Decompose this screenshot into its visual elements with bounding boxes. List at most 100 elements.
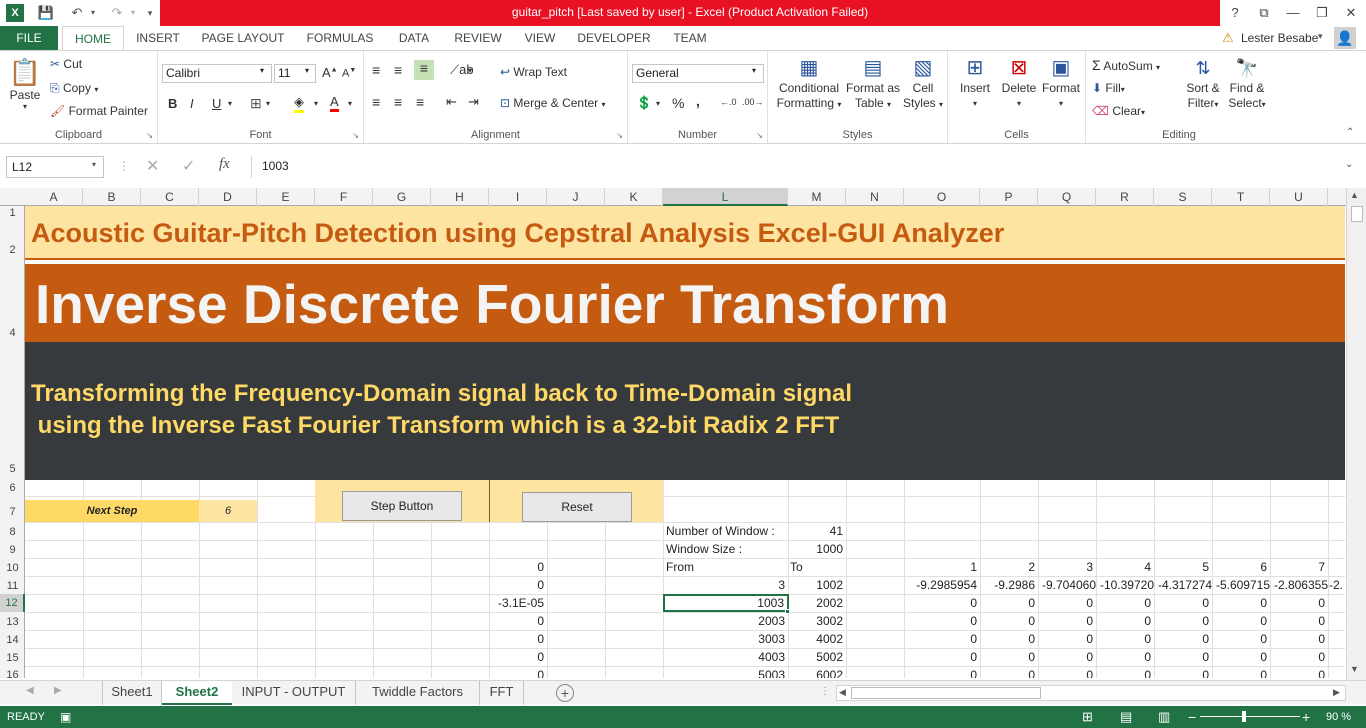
cell-s15[interactable]: 0 <box>1154 648 1212 666</box>
col-num-6[interactable]: 6 <box>1212 558 1270 576</box>
cell-v11[interactable]: -2. <box>1329 576 1345 594</box>
cell-m14[interactable]: 4002 <box>788 630 846 648</box>
row-header-14[interactable]: 14 <box>0 634 25 646</box>
copy-button[interactable]: ⎘ Copy ▾ <box>50 81 98 96</box>
cell-r14[interactable]: 0 <box>1096 630 1154 648</box>
cell-r11[interactable]: -10.39720 <box>1096 576 1154 594</box>
sort-filter-button[interactable]: ⇅ Sort & Filter▾ <box>1182 55 1224 112</box>
redo-dropdown-icon[interactable]: ▾ <box>128 4 138 22</box>
col-header-j[interactable]: J <box>547 188 605 206</box>
font-color-dropdown-icon[interactable]: ▾ <box>348 99 352 108</box>
save-icon[interactable]: 💾 <box>36 4 56 22</box>
name-box[interactable]: L12 <box>6 156 104 178</box>
num-window-value[interactable]: 41 <box>788 522 846 540</box>
paste-button[interactable]: 📋 Paste ▾ <box>6 57 44 111</box>
scroll-up-icon[interactable]: ▲ <box>1350 190 1359 200</box>
increase-indent-icon[interactable]: ⇥ <box>468 94 479 110</box>
font-color-icon[interactable]: A <box>330 94 339 112</box>
cell-o16[interactable]: 0 <box>904 666 980 678</box>
worksheet-grid[interactable]: Acoustic Guitar-Pitch Detection using Ce… <box>25 206 1345 678</box>
cell-q12[interactable]: 0 <box>1038 594 1096 612</box>
italic-button[interactable]: I <box>190 96 194 111</box>
vertical-scroll-thumb[interactable] <box>1351 206 1363 222</box>
increase-decimal-icon[interactable]: ←.0 <box>720 97 737 107</box>
col-header-c[interactable]: C <box>141 188 199 206</box>
tab-team[interactable]: TEAM <box>666 26 714 50</box>
cell-q11[interactable]: -9.704060 <box>1038 576 1096 594</box>
tab-insert[interactable]: INSERT <box>132 26 184 50</box>
fill-button[interactable]: ⬇ Fill▾ <box>1092 81 1125 95</box>
cell-t15[interactable]: 0 <box>1212 648 1270 666</box>
col-header-m[interactable]: M <box>788 188 846 206</box>
row-header-12[interactable]: 12 <box>0 594 25 612</box>
maximize-button[interactable]: ❐ <box>1309 3 1335 23</box>
scroll-right-icon[interactable]: ▶ <box>1333 687 1340 698</box>
row-header-13[interactable]: 13 <box>0 616 25 628</box>
sheet-tab-sheet1[interactable]: Sheet1 <box>102 681 162 705</box>
col-num-2[interactable]: 2 <box>980 558 1038 576</box>
col-header-k[interactable]: K <box>605 188 663 206</box>
vertical-scrollbar[interactable]: ▲ ▼ <box>1346 188 1366 680</box>
tab-split-handle[interactable]: ⋮ <box>820 686 830 697</box>
insert-function-icon[interactable]: fx <box>219 156 230 173</box>
undo-icon[interactable]: ↶ <box>66 4 88 22</box>
cancel-icon[interactable]: ✕ <box>146 156 159 176</box>
cell-t12[interactable]: 0 <box>1212 594 1270 612</box>
cell-q16[interactable]: 0 <box>1038 666 1096 678</box>
new-sheet-icon[interactable]: + <box>556 684 574 702</box>
borders-dropdown-icon[interactable]: ▾ <box>266 99 270 108</box>
number-format-dropdown-icon[interactable]: ▾ <box>752 66 756 75</box>
col-header-r[interactable]: R <box>1096 188 1154 206</box>
avatar[interactable]: 👤 <box>1334 27 1356 49</box>
row-header-7[interactable]: 7 <box>0 506 25 518</box>
tab-formulas[interactable]: FORMULAS <box>302 26 378 50</box>
col-num-4[interactable]: 4 <box>1096 558 1154 576</box>
format-cells-button[interactable]: ▣ Format ▾ <box>1040 55 1082 111</box>
cut-button[interactable]: ✂ Cut <box>50 57 82 71</box>
bold-button[interactable]: B <box>168 96 177 111</box>
cell-q15[interactable]: 0 <box>1038 648 1096 666</box>
cell-i15[interactable]: 0 <box>489 648 547 666</box>
cell-u14[interactable]: 0 <box>1270 630 1328 648</box>
fill-color-dropdown-icon[interactable]: ▾ <box>314 99 318 108</box>
macro-record-icon[interactable]: ▣ <box>60 706 71 728</box>
underline-dropdown-icon[interactable]: ▾ <box>228 99 232 108</box>
cell-u12[interactable]: 0 <box>1270 594 1328 612</box>
number-format-select[interactable]: General <box>632 64 764 83</box>
decrease-decimal-icon[interactable]: .00→ <box>742 97 764 107</box>
horizontal-scrollbar[interactable]: ◀ ▶ <box>836 685 1346 701</box>
undo-dropdown-icon[interactable]: ▾ <box>88 4 98 22</box>
cell-t11[interactable]: -5.609715 <box>1212 576 1270 594</box>
merge-center-button[interactable]: ⊡ Merge & Center ▾ <box>500 96 605 110</box>
col-header-n[interactable]: N <box>846 188 904 206</box>
font-name-dropdown-icon[interactable]: ▾ <box>260 66 264 75</box>
step-button[interactable]: Step Button <box>342 491 462 521</box>
font-launcher-icon[interactable]: ↘ <box>352 131 359 140</box>
cell-r15[interactable]: 0 <box>1096 648 1154 666</box>
minimize-button[interactable]: — <box>1280 3 1306 23</box>
help-button[interactable]: ? <box>1222 3 1248 23</box>
font-size-dropdown-icon[interactable]: ▾ <box>305 66 309 75</box>
tab-review[interactable]: REVIEW <box>450 26 506 50</box>
borders-icon[interactable]: ⊞ <box>250 95 262 112</box>
enter-icon[interactable]: ✓ <box>182 156 195 176</box>
next-step-value[interactable]: 6 <box>199 500 257 522</box>
row-header-9[interactable]: 9 <box>0 544 25 556</box>
cell-s12[interactable]: 0 <box>1154 594 1212 612</box>
accounting-icon[interactable]: 💲 <box>636 95 652 111</box>
accounting-dropdown-icon[interactable]: ▾ <box>656 99 660 108</box>
cell-o15[interactable]: 0 <box>904 648 980 666</box>
tab-view[interactable]: VIEW <box>518 26 562 50</box>
cell-r16[interactable]: 0 <box>1096 666 1154 678</box>
col-header-s[interactable]: S <box>1154 188 1212 206</box>
col-header-e[interactable]: E <box>257 188 315 206</box>
cell-i13[interactable]: 0 <box>489 612 547 630</box>
tab-developer[interactable]: DEVELOPER <box>576 26 652 50</box>
sheet-tab-twiddle-factors[interactable]: Twiddle Factors <box>356 681 480 705</box>
font-size-select[interactable]: 11 <box>274 64 316 83</box>
zoom-slider[interactable] <box>1200 716 1300 717</box>
col-num-3[interactable]: 3 <box>1038 558 1096 576</box>
col-header-q[interactable]: Q <box>1038 188 1096 206</box>
shrink-font-icon[interactable]: A▼ <box>342 67 356 80</box>
cell-p16[interactable]: 0 <box>980 666 1038 678</box>
